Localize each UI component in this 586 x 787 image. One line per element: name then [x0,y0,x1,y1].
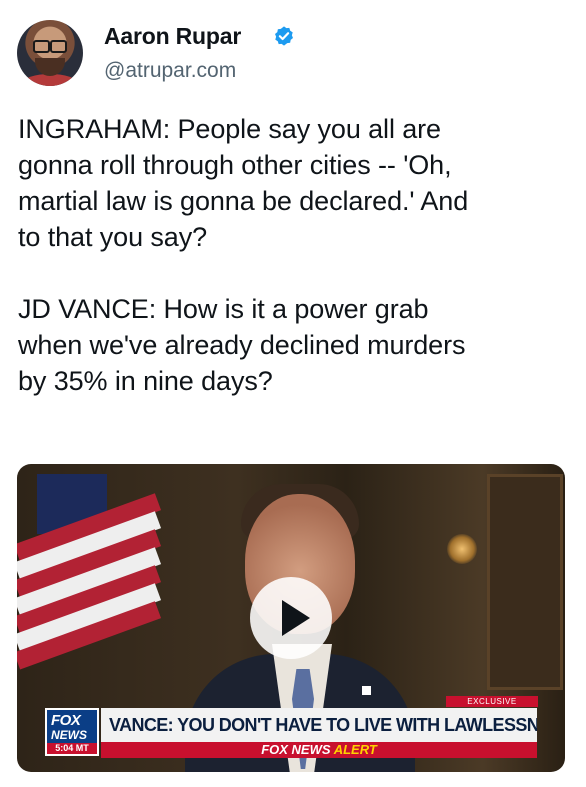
logo-fox-text: FOX [51,712,81,729]
fox-news-logo: FOX NEWS 5:04 MT [45,708,99,756]
avatar-beard [35,58,65,76]
play-icon[interactable] [250,577,332,659]
background-lamp [447,534,477,564]
author-name[interactable]: Aaron Rupar [104,23,241,50]
verified-badge-icon [275,26,293,46]
exclusive-tag: EXCLUSIVE [446,696,538,707]
alert-word: ALERT [333,742,377,757]
logo-news-text: NEWS [51,728,87,742]
author-handle[interactable]: @atrupar.com [104,59,236,83]
american-flag [17,474,167,714]
tweet-text: INGRAHAM: People say you all are gonna r… [18,114,469,396]
background-door [487,474,563,690]
broadcast-time: 5:04 MT [47,743,97,754]
lapel-pin [362,686,371,695]
alert-bar: FOX NEWS ALERT [101,742,537,758]
video-player[interactable]: EXCLUSIVE FOX NEWS 5:04 MT VANCE: YOU DO… [17,464,565,772]
alert-brand: FOX NEWS [261,742,331,757]
avatar-glasses [33,40,67,53]
chyron-headline: VANCE: YOU DON'T HAVE TO LIVE WITH LAWLE… [101,708,537,742]
author-avatar[interactable] [17,20,83,86]
